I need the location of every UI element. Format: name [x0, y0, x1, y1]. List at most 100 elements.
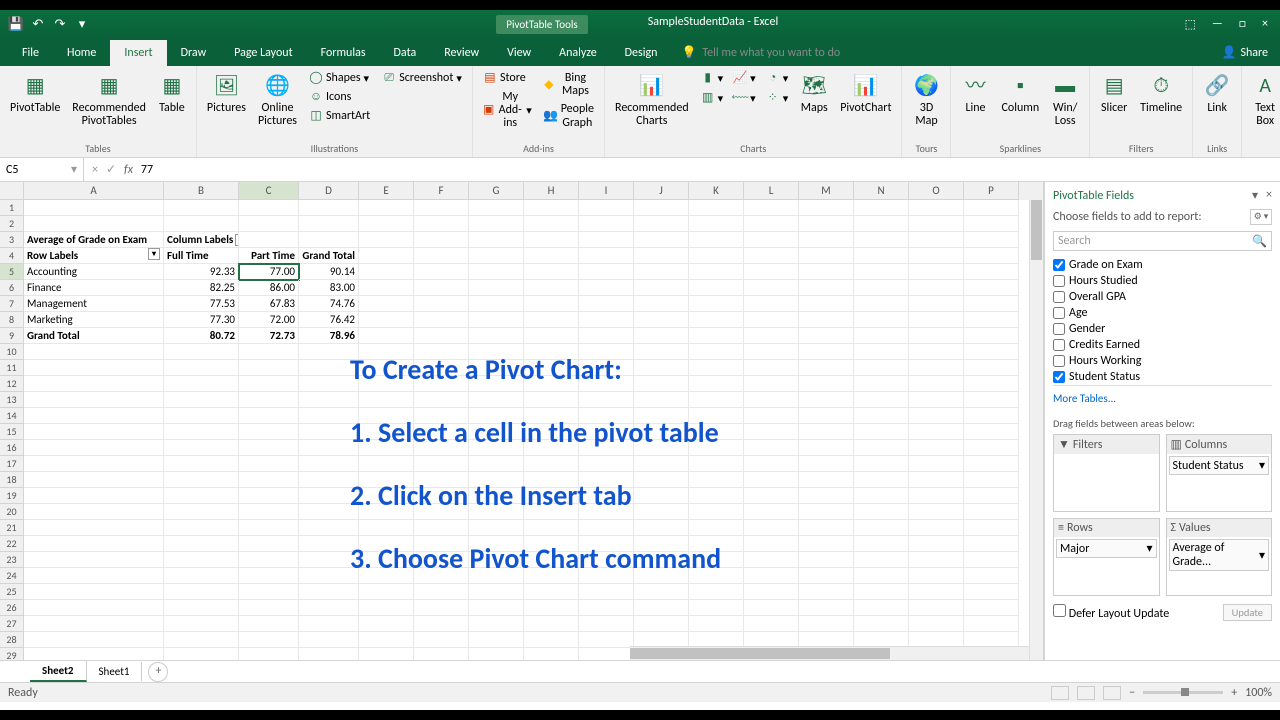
cell[interactable] — [24, 200, 164, 216]
cell[interactable] — [524, 328, 579, 344]
cell[interactable] — [799, 200, 854, 216]
cell[interactable] — [909, 248, 964, 264]
fields-search-input[interactable]: Search 🔍 — [1053, 231, 1272, 251]
pie-chart-button[interactable]: ◔▾ — [762, 70, 793, 88]
cell[interactable] — [414, 328, 469, 344]
close-icon[interactable]: × — [1262, 17, 1268, 32]
3dmap-button[interactable]: 🌍3D Map — [908, 70, 944, 130]
textbox-button[interactable]: AText Box — [1248, 70, 1280, 130]
cell[interactable] — [964, 248, 1019, 264]
cell[interactable] — [164, 424, 239, 440]
tab-insert[interactable]: Insert — [110, 40, 166, 66]
cell[interactable] — [799, 248, 854, 264]
cell[interactable] — [689, 328, 744, 344]
cell[interactable] — [579, 632, 634, 648]
cell[interactable] — [414, 200, 469, 216]
cell[interactable] — [799, 296, 854, 312]
cell[interactable] — [469, 280, 524, 296]
cell[interactable] — [744, 280, 799, 296]
cell[interactable] — [359, 248, 414, 264]
cell[interactable] — [164, 392, 239, 408]
cell[interactable] — [579, 200, 634, 216]
qat-dropdown-icon[interactable]: ▾ — [74, 16, 90, 32]
cell[interactable] — [164, 440, 239, 456]
tab-home[interactable]: Home — [53, 40, 110, 66]
link-button[interactable]: 🔗Link — [1199, 70, 1235, 117]
cell[interactable]: Marketing — [24, 312, 164, 328]
cell[interactable] — [524, 280, 579, 296]
cell[interactable] — [964, 200, 1019, 216]
values-area[interactable]: ΣValues Average of Grade...▾ — [1166, 518, 1273, 596]
cell[interactable] — [524, 232, 579, 248]
cell[interactable] — [689, 264, 744, 280]
cell[interactable] — [414, 648, 469, 660]
peoplegraph-button[interactable]: 👥People Graph — [540, 101, 598, 131]
cell[interactable] — [469, 328, 524, 344]
cell[interactable]: 77.30 — [164, 312, 239, 328]
screenshot-button[interactable]: ⎚Screenshot ▾ — [378, 70, 466, 88]
cell[interactable] — [909, 232, 964, 248]
cell[interactable] — [744, 616, 799, 632]
shapes-button[interactable]: ◯Shapes ▾ — [305, 70, 374, 88]
cell[interactable] — [964, 264, 1019, 280]
sparkline-column-button[interactable]: ▪Column — [997, 70, 1043, 117]
bar-chart-button[interactable]: ▮▾ — [697, 70, 728, 88]
cell[interactable] — [239, 504, 299, 520]
cell[interactable]: 76.42 — [299, 312, 359, 328]
cell[interactable]: Grand Total — [24, 328, 164, 344]
cell[interactable] — [164, 648, 239, 660]
cell[interactable] — [689, 248, 744, 264]
cell[interactable]: 67.83 — [239, 296, 299, 312]
myaddins-button[interactable]: ▣My Add-ins ▾ — [479, 89, 536, 133]
ribbon-options-icon[interactable]: ⬚ — [1185, 17, 1196, 32]
fields-dropdown-icon[interactable]: ▾ — [1252, 188, 1258, 203]
cell[interactable] — [524, 200, 579, 216]
cell[interactable] — [799, 264, 854, 280]
cell[interactable] — [164, 520, 239, 536]
field-item[interactable]: Hours Studied — [1053, 273, 1272, 289]
cell[interactable] — [964, 232, 1019, 248]
field-item[interactable]: Credits Earned — [1053, 337, 1272, 353]
cell[interactable]: 82.25 — [164, 280, 239, 296]
sheet-tab-sheet2[interactable]: Sheet2 — [30, 661, 87, 682]
cell[interactable] — [414, 616, 469, 632]
cell[interactable] — [164, 376, 239, 392]
filters-area[interactable]: ▼Filters — [1053, 434, 1160, 512]
store-button[interactable]: ▤Store — [479, 70, 536, 88]
pagebreak-view-button[interactable] — [1103, 686, 1121, 700]
cell[interactable] — [24, 472, 164, 488]
cell[interactable] — [689, 616, 744, 632]
cell[interactable] — [854, 328, 909, 344]
cell[interactable]: 78.96 — [299, 328, 359, 344]
cell[interactable] — [239, 648, 299, 660]
cell[interactable] — [689, 200, 744, 216]
cell[interactable]: 90.14 — [299, 264, 359, 280]
redo-icon[interactable]: ↷ — [52, 16, 68, 32]
cell[interactable]: Part Time — [239, 248, 299, 264]
field-item[interactable]: Hours Working — [1053, 353, 1272, 369]
cell[interactable] — [359, 616, 414, 632]
cell[interactable] — [24, 632, 164, 648]
tab-view[interactable]: View — [493, 40, 545, 66]
cell[interactable] — [24, 600, 164, 616]
cell[interactable] — [414, 296, 469, 312]
cell[interactable] — [579, 312, 634, 328]
tab-analyze[interactable]: Analyze — [545, 40, 611, 66]
cell[interactable] — [579, 216, 634, 232]
minimize-icon[interactable]: — — [1212, 17, 1223, 32]
cell[interactable] — [239, 344, 299, 360]
save-icon[interactable]: 💾 — [8, 16, 24, 32]
cell[interactable] — [359, 280, 414, 296]
cell[interactable] — [239, 552, 299, 568]
cell[interactable]: 86.00 — [239, 280, 299, 296]
cell[interactable]: 72.73 — [239, 328, 299, 344]
cell[interactable] — [24, 648, 164, 660]
tab-data[interactable]: Data — [380, 40, 431, 66]
cell[interactable] — [414, 280, 469, 296]
cell[interactable] — [524, 248, 579, 264]
cell[interactable] — [239, 456, 299, 472]
cell[interactable] — [164, 216, 239, 232]
cell[interactable] — [634, 248, 689, 264]
field-item[interactable]: Student Status — [1053, 369, 1272, 385]
cell[interactable] — [24, 520, 164, 536]
